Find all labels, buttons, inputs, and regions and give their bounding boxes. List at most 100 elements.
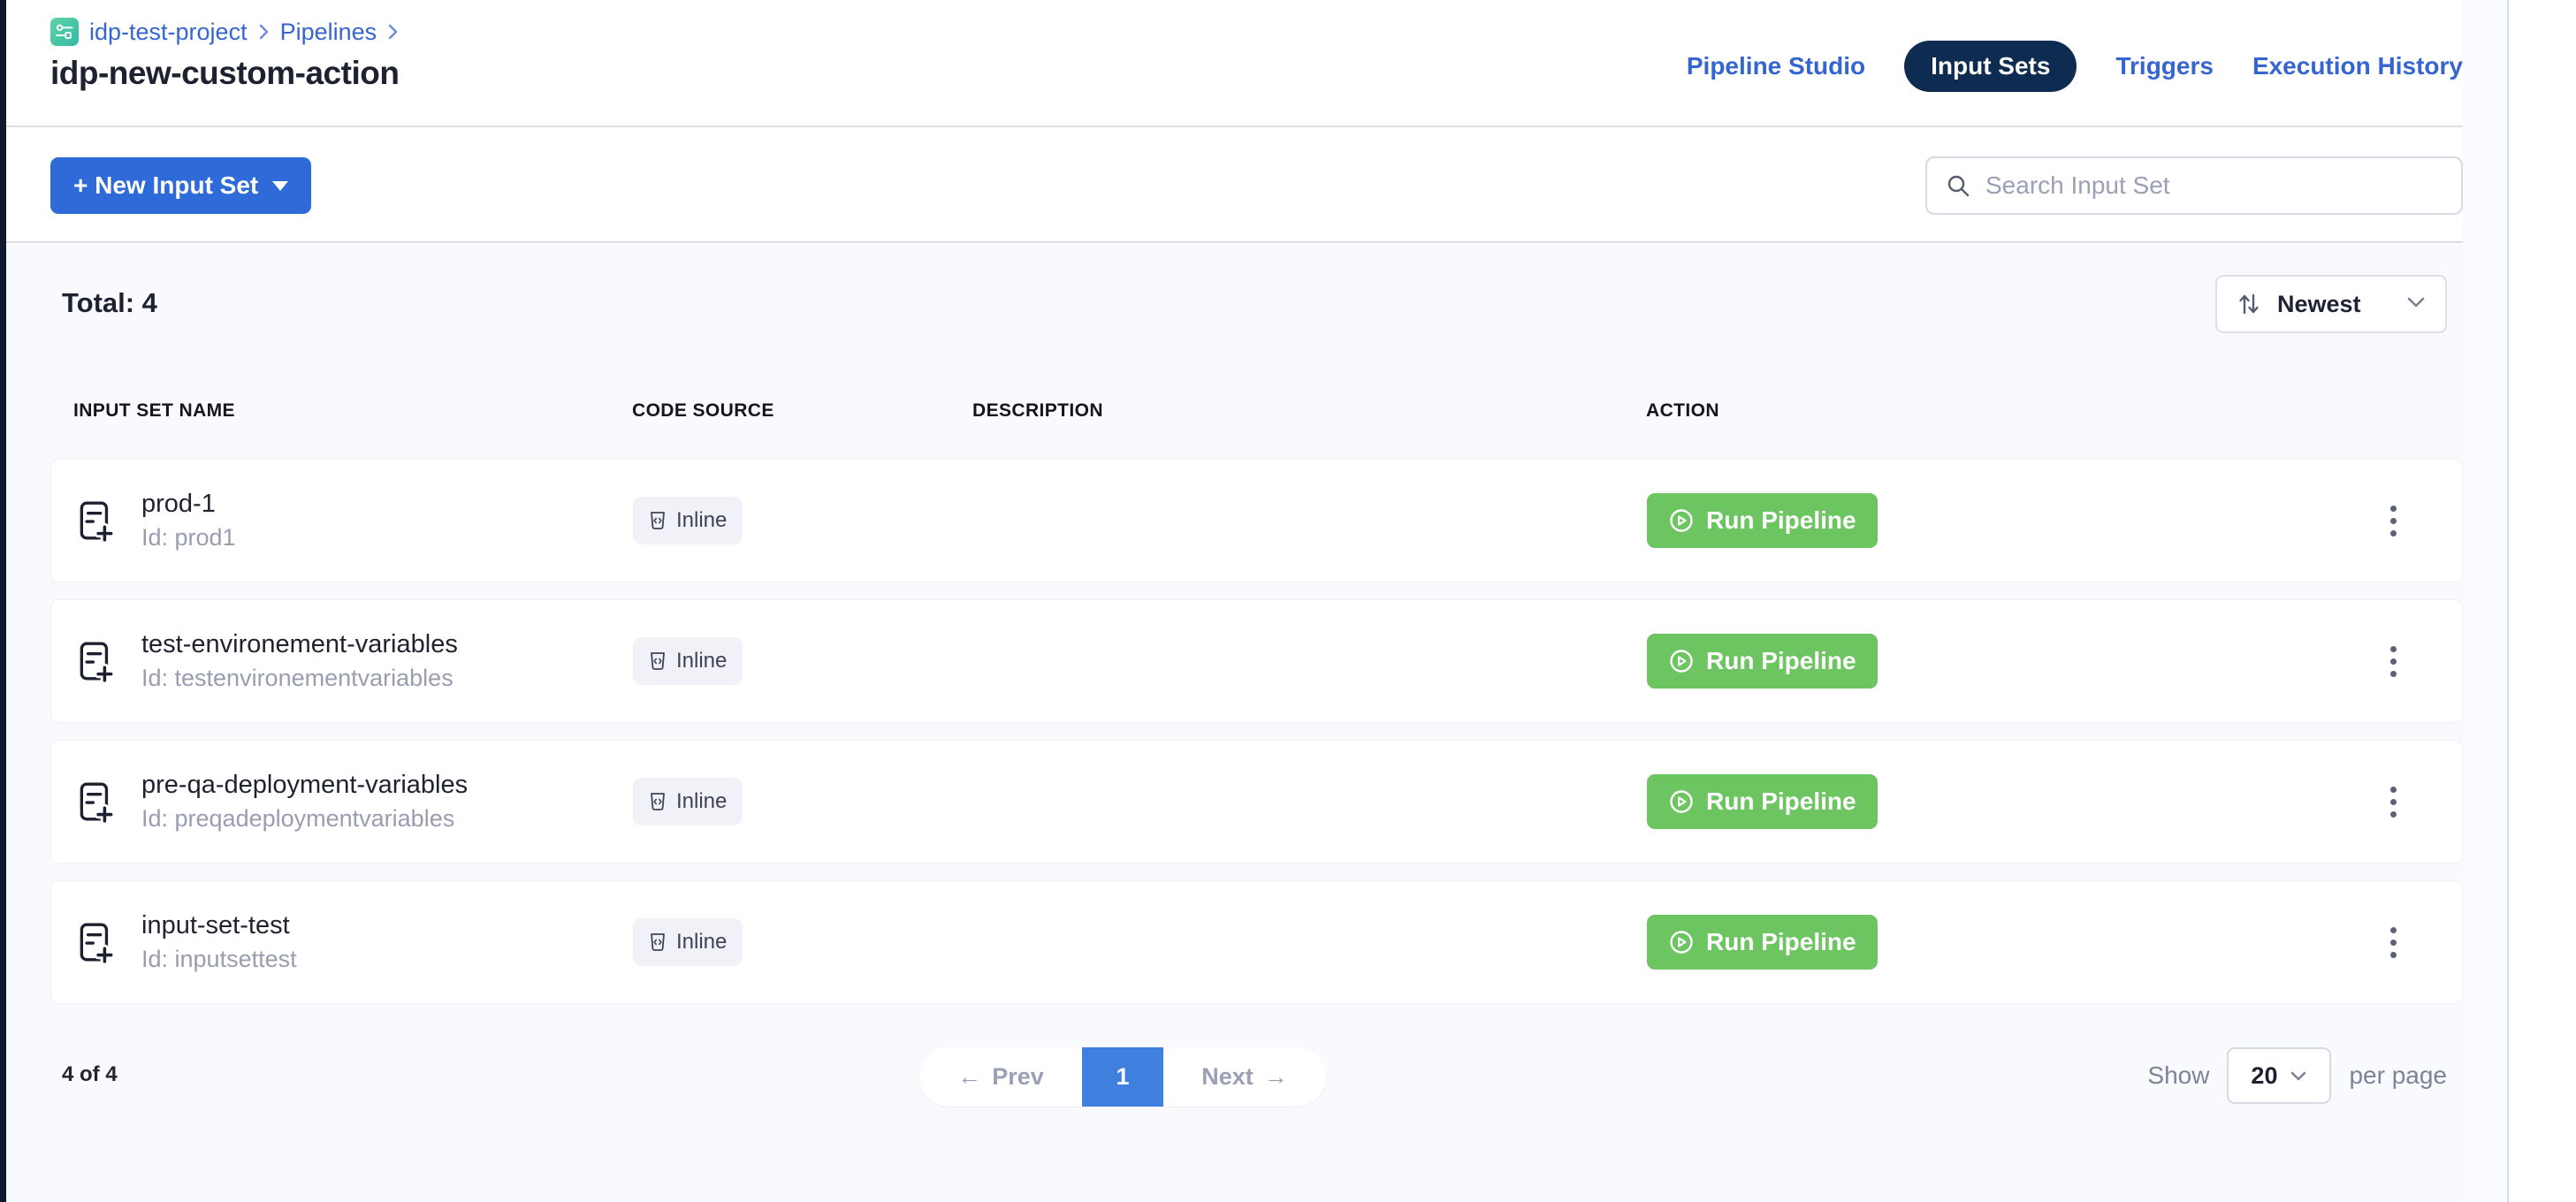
next-page-button[interactable]: Next → (1163, 1047, 1326, 1107)
name-cell: input-set-test Id: inputsettest (74, 911, 633, 973)
table-row[interactable]: pre-qa-deployment-variables Id: preqadep… (50, 740, 2463, 863)
chevron-down-icon (2290, 1070, 2307, 1082)
input-set-name[interactable]: pre-qa-deployment-variables (141, 771, 468, 800)
code-source-label: Inline (676, 789, 727, 814)
breadcrumb: idp-test-project Pipelines (50, 18, 399, 46)
play-circle-icon (1668, 929, 1695, 955)
tab-input-sets[interactable]: Input Sets (1904, 41, 2077, 92)
page-number-button[interactable]: 1 (1082, 1047, 1163, 1107)
chevron-right-icon (387, 23, 399, 41)
show-label: Show (2147, 1061, 2209, 1090)
input-set-id: Id: testenvironementvariables (141, 665, 458, 692)
run-pipeline-label: Run Pipeline (1706, 506, 1856, 535)
input-set-icon (74, 920, 118, 964)
input-set-id: Id: prod1 (141, 524, 236, 552)
input-set-id: Id: inputsettest (141, 946, 297, 973)
right-panel (2507, 0, 2576, 1202)
sort-arrows-icon (2237, 291, 2261, 317)
page-title: idp-new-custom-action (50, 55, 399, 92)
tab-triggers[interactable]: Triggers (2115, 52, 2213, 80)
code-source-label: Inline (676, 930, 727, 955)
repo-icon (649, 932, 667, 952)
caret-down-icon (272, 181, 288, 191)
prev-page-button[interactable]: ← Prev (919, 1047, 1082, 1107)
arrow-left-icon: ← (957, 1063, 981, 1091)
page-size-select[interactable]: 20 (2227, 1047, 2331, 1104)
run-pipeline-label: Run Pipeline (1706, 647, 1856, 675)
code-source-badge: Inline (633, 637, 743, 685)
run-pipeline-button[interactable]: Run Pipeline (1647, 634, 1878, 688)
input-sets-panel: Total: 4 Newest INPUT SET NAME CODE SOUR… (6, 245, 2507, 1202)
breadcrumb-pipelines[interactable]: Pipelines (280, 19, 377, 46)
prev-label: Prev (992, 1063, 1044, 1091)
row-menu-button[interactable] (2382, 637, 2405, 686)
new-input-set-button[interactable]: + New Input Set (50, 157, 311, 214)
search-input[interactable] (1985, 171, 2443, 200)
name-cell: pre-qa-deployment-variables Id: preqadep… (74, 771, 633, 833)
page-size-value: 20 (2251, 1062, 2277, 1090)
code-source-label: Inline (676, 649, 727, 673)
input-set-id: Id: preqadeploymentvariables (141, 805, 468, 833)
code-source-cell: Inline (633, 637, 973, 685)
next-label: Next (1201, 1063, 1254, 1091)
per-page-label: per page (2349, 1061, 2447, 1090)
tab-execution-history[interactable]: Execution History (2252, 52, 2463, 80)
pipeline-icon (50, 18, 79, 46)
search-box (1925, 156, 2463, 215)
input-set-list: prod-1 Id: prod1 Inline (50, 459, 2463, 1004)
play-circle-icon (1668, 788, 1695, 815)
row-menu-button[interactable] (2382, 778, 2405, 826)
code-source-badge: Inline (633, 497, 743, 544)
code-source-cell: Inline (633, 778, 973, 825)
row-menu-button[interactable] (2382, 497, 2405, 545)
pagination-count: 4 of 4 (62, 1062, 118, 1087)
action-cell: Run Pipeline (1647, 774, 2462, 829)
col-description: DESCRIPTION (972, 400, 1646, 422)
col-code-source: CODE SOURCE (632, 400, 972, 422)
input-set-name[interactable]: input-set-test (141, 911, 297, 940)
play-circle-icon (1668, 648, 1695, 674)
search-icon (1945, 172, 1971, 199)
table-row[interactable]: test-environement-variables Id: testenvi… (50, 599, 2463, 723)
new-input-set-label: + New Input Set (73, 171, 258, 200)
pipeline-tabs: Pipeline Studio Input Sets Triggers Exec… (1687, 41, 2463, 92)
action-cell: Run Pipeline (1647, 634, 2462, 688)
repo-icon (649, 792, 667, 811)
table-header: INPUT SET NAME CODE SOURCE DESCRIPTION A… (50, 400, 2463, 422)
code-source-badge: Inline (633, 778, 743, 825)
play-circle-icon (1668, 507, 1695, 534)
code-source-cell: Inline (633, 918, 973, 966)
page-size-control: Show 20 per page (2147, 1047, 2447, 1104)
total-count: Total: 4 (62, 287, 157, 319)
run-pipeline-button[interactable]: Run Pipeline (1647, 915, 1878, 970)
repo-icon (649, 511, 667, 530)
page-header: idp-test-project Pipelines idp-new-custo… (6, 0, 2507, 127)
toolbar: + New Input Set (6, 127, 2507, 243)
code-source-badge: Inline (633, 918, 743, 966)
run-pipeline-label: Run Pipeline (1706, 928, 1856, 956)
row-menu-button[interactable] (2382, 918, 2405, 967)
name-cell: prod-1 Id: prod1 (74, 490, 633, 552)
run-pipeline-button[interactable]: Run Pipeline (1647, 493, 1878, 548)
repo-icon (649, 651, 667, 671)
action-cell: Run Pipeline (1647, 915, 2462, 970)
input-set-icon (74, 498, 118, 543)
tab-pipeline-studio[interactable]: Pipeline Studio (1687, 52, 1865, 80)
run-pipeline-button[interactable]: Run Pipeline (1647, 774, 1878, 829)
table-row[interactable]: prod-1 Id: prod1 Inline (50, 459, 2463, 582)
arrow-right-icon: → (1264, 1063, 1288, 1091)
scrollbar-gutter[interactable] (2463, 0, 2507, 1202)
breadcrumb-project[interactable]: idp-test-project (89, 19, 248, 46)
input-set-name[interactable]: test-environement-variables (141, 630, 458, 659)
sort-dropdown[interactable]: Newest (2215, 275, 2447, 333)
chevron-down-icon (2406, 296, 2426, 313)
main-area: idp-test-project Pipelines idp-new-custo… (6, 0, 2507, 1202)
table-row[interactable]: input-set-test Id: inputsettest Inline (50, 880, 2463, 1004)
action-cell: Run Pipeline (1647, 493, 2462, 548)
col-input-set-name: INPUT SET NAME (73, 400, 632, 422)
input-set-icon (74, 639, 118, 683)
input-set-name[interactable]: prod-1 (141, 490, 236, 519)
input-set-icon (74, 780, 118, 824)
name-cell: test-environement-variables Id: testenvi… (74, 630, 633, 692)
code-source-cell: Inline (633, 497, 973, 544)
